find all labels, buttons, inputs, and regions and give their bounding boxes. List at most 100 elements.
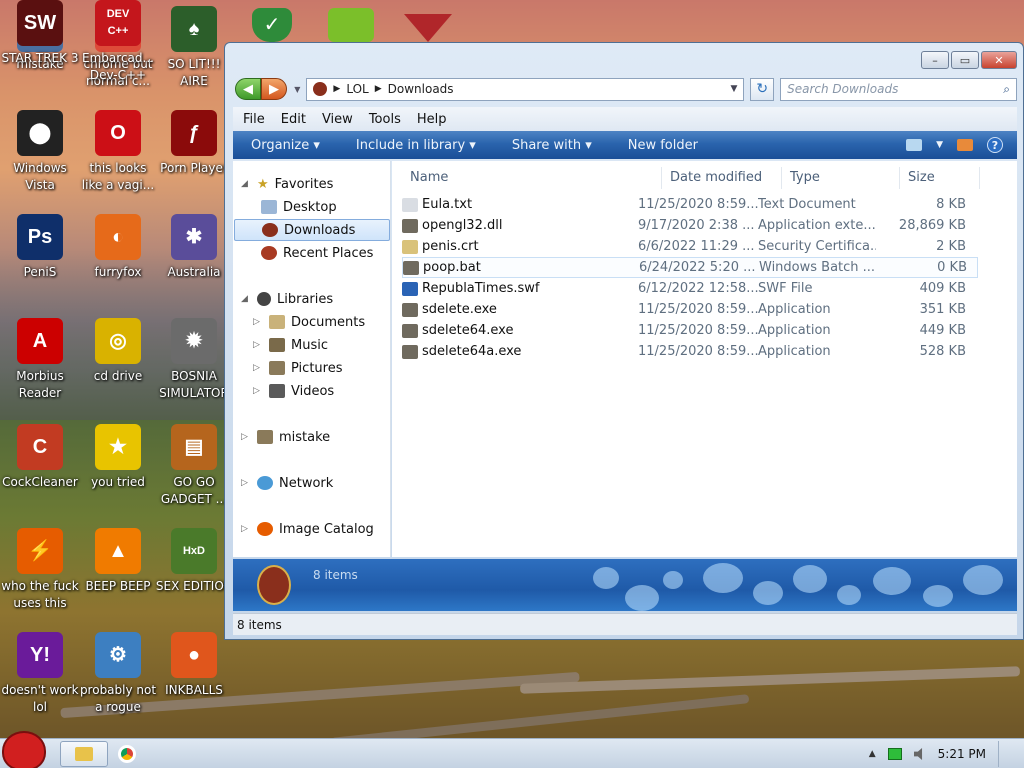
view-options-icon[interactable]	[906, 139, 923, 151]
collapsed-triangle-icon[interactable]: ▷	[241, 478, 251, 488]
nav-network[interactable]: ▷ Network	[241, 472, 333, 494]
collapsed-triangle-icon[interactable]: ▷	[241, 432, 251, 442]
start-button[interactable]	[2, 731, 50, 768]
address-dropdown-icon[interactable]: ▼	[730, 84, 737, 94]
nav-mistake[interactable]: ▷ mistake	[241, 426, 330, 448]
search-input[interactable]: Search Downloads ⌕	[780, 77, 1017, 101]
desktop-icon[interactable]: Y! doesn't work lol	[0, 632, 80, 716]
desktop-icon[interactable]: A Morbius Reader	[0, 318, 80, 402]
breadcrumb-separator-icon[interactable]: ▶	[375, 84, 382, 94]
collapsed-triangle-icon[interactable]: ▷	[253, 386, 263, 396]
desktop-icon[interactable]: Othis looks like a vagi...	[78, 110, 158, 194]
share-with-button[interactable]: Share with ▾	[512, 138, 592, 153]
desktop-icon[interactable]: DEV C++ Embarcad... Dev-C++	[78, 0, 158, 84]
desktop-icon[interactable]: ★ you tried	[78, 424, 158, 491]
file-name-cell[interactable]: sdelete64.exe	[402, 323, 638, 338]
expand-triangle-icon[interactable]: ◢	[241, 179, 251, 189]
view-dropdown-icon[interactable]: ▼	[936, 140, 943, 150]
refresh-button[interactable]: ↻	[750, 77, 775, 101]
file-row[interactable]: poop.bat 6/24/2022 5:20 ... Windows Batch …	[402, 257, 978, 278]
file-row[interactable]: Eula.txt 11/25/2020 8:59... Text Document 8…	[402, 194, 978, 215]
preview-pane-icon[interactable]	[957, 139, 973, 151]
show-desktop-button[interactable]	[998, 741, 1008, 767]
file-name-cell[interactable]: sdelete64a.exe	[402, 344, 638, 359]
desktop-icon[interactable]: ● INKBALLS	[154, 632, 234, 699]
minimize-button[interactable]: –	[921, 51, 949, 69]
breadcrumb-separator-icon[interactable]: ▶	[333, 84, 340, 94]
file-name-cell[interactable]: RepublaTimes.swf	[402, 281, 638, 296]
desktop-icon[interactable]: ▤ GO GO GADGET ...	[154, 424, 234, 508]
include-in-library-button[interactable]: Include in library ▾	[356, 138, 476, 153]
close-button[interactable]: ✕	[981, 51, 1017, 69]
menu-view[interactable]: View	[322, 112, 353, 127]
desktop-icon[interactable]: Ps PeniS	[0, 214, 80, 281]
nav-libraries[interactable]: ◢ Libraries	[241, 288, 333, 310]
file-row[interactable]: RepublaTimes.swf 6/12/2022 12:58... SWF Fi…	[402, 278, 978, 299]
file-row[interactable]: opengl32.dll 9/17/2020 2:38 ... Applicatio…	[402, 215, 978, 236]
menu-tools[interactable]: Tools	[369, 112, 401, 127]
file-name-cell[interactable]: sdelete.exe	[402, 302, 638, 317]
desktop-icon[interactable]: ⬤ Windows Vista	[0, 110, 80, 194]
file-name-cell[interactable]: penis.crt	[402, 239, 638, 254]
search-icon[interactable]: ⌕	[1003, 82, 1010, 97]
volume-icon[interactable]	[913, 748, 923, 760]
taskbar-explorer-button[interactable]	[60, 741, 108, 767]
file-name-cell[interactable]: poop.bat	[403, 260, 639, 275]
nav-pictures[interactable]: ▷ Pictures	[253, 357, 342, 379]
desktop-icon[interactable]: ✱ Australia	[154, 214, 234, 281]
desktop-icon[interactable]: ⚙ probably not a rogue	[78, 632, 158, 716]
nav-downloads[interactable]: Downloads	[234, 219, 390, 241]
desktop-icon[interactable]: SW STAR TREK 3	[0, 0, 80, 67]
nav-music[interactable]: ▷ Music	[253, 334, 328, 356]
column-name[interactable]: Name	[402, 167, 662, 189]
shield-icon[interactable]: ✓	[252, 8, 292, 42]
new-folder-button[interactable]: New folder	[628, 138, 698, 153]
show-hidden-icons-button[interactable]: ▲	[869, 749, 876, 759]
menu-help[interactable]: Help	[417, 112, 447, 127]
collapsed-triangle-icon[interactable]: ▷	[253, 340, 263, 350]
desktop-icon[interactable]: ♠ SO LIT!!! AIRE	[154, 6, 234, 90]
file-row[interactable]: penis.crt 6/6/2022 11:29 ... Security Cert…	[402, 236, 978, 257]
desktop-icon[interactable]: ◎ cd drive	[78, 318, 158, 385]
breadcrumb-downloads[interactable]: Downloads	[388, 82, 454, 96]
chrome-icon[interactable]	[118, 745, 136, 763]
column-size[interactable]: Size	[900, 167, 980, 189]
desktop-icon[interactable]: ◐ furryfox	[78, 214, 158, 281]
angry-birds-pig-icon[interactable]	[328, 8, 374, 42]
back-button[interactable]: ◀	[235, 78, 261, 100]
nav-favorites[interactable]: ◢ ★ Favorites	[241, 173, 333, 195]
address-bar[interactable]: ▶ LOL ▶ Downloads ▼	[306, 77, 745, 101]
column-type[interactable]: Type	[782, 167, 900, 189]
file-name-cell[interactable]: opengl32.dll	[402, 218, 638, 233]
forward-button[interactable]: ▶	[261, 78, 287, 100]
collapsed-triangle-icon[interactable]: ▷	[253, 317, 263, 327]
clock[interactable]: 5:21 PM	[938, 747, 986, 761]
column-date-modified[interactable]: Date modified	[662, 167, 782, 189]
desktop-icon[interactable]: HxD SEX EDITIOR	[154, 528, 234, 595]
nav-desktop[interactable]: Desktop	[261, 196, 337, 218]
battery-icon[interactable]	[887, 748, 902, 760]
expand-triangle-icon[interactable]: ◢	[241, 294, 251, 304]
desktop-icon[interactable]: ▲ BEEP BEEP	[78, 528, 158, 595]
nav-recent-places[interactable]: Recent Places	[261, 242, 373, 264]
history-dropdown-icon[interactable]: ▼	[294, 85, 300, 94]
file-name-cell[interactable]: Eula.txt	[402, 197, 638, 212]
desktop-icon[interactable]: C CockCleaner	[0, 424, 80, 491]
desktop-icon[interactable]: ✹ BOSNIA SIMULATOR	[154, 318, 234, 402]
menu-file[interactable]: File	[243, 112, 265, 127]
collapsed-triangle-icon[interactable]: ▷	[241, 524, 251, 534]
menu-edit[interactable]: Edit	[281, 112, 306, 127]
file-row[interactable]: sdelete64a.exe 11/25/2020 8:59... Applicat…	[402, 341, 978, 362]
file-row[interactable]: sdelete64.exe 11/25/2020 8:59... Applicati…	[402, 320, 978, 341]
nav-videos[interactable]: ▷ Videos	[253, 380, 334, 402]
nav-documents[interactable]: ▷ Documents	[253, 311, 365, 333]
organize-button[interactable]: Organize ▾	[251, 138, 320, 153]
maximize-button[interactable]: ▭	[951, 51, 979, 69]
desktop-icon[interactable]: ⚡ who the fuck uses this	[0, 528, 80, 612]
nav-image-catalog[interactable]: ▷ Image Catalog	[241, 518, 374, 540]
breadcrumb-lol[interactable]: LOL	[346, 82, 368, 96]
red-emblem-icon[interactable]	[404, 14, 452, 42]
collapsed-triangle-icon[interactable]: ▷	[253, 363, 263, 373]
help-icon[interactable]: ?	[987, 137, 1003, 153]
file-row[interactable]: sdelete.exe 11/25/2020 8:59... Application…	[402, 299, 978, 320]
